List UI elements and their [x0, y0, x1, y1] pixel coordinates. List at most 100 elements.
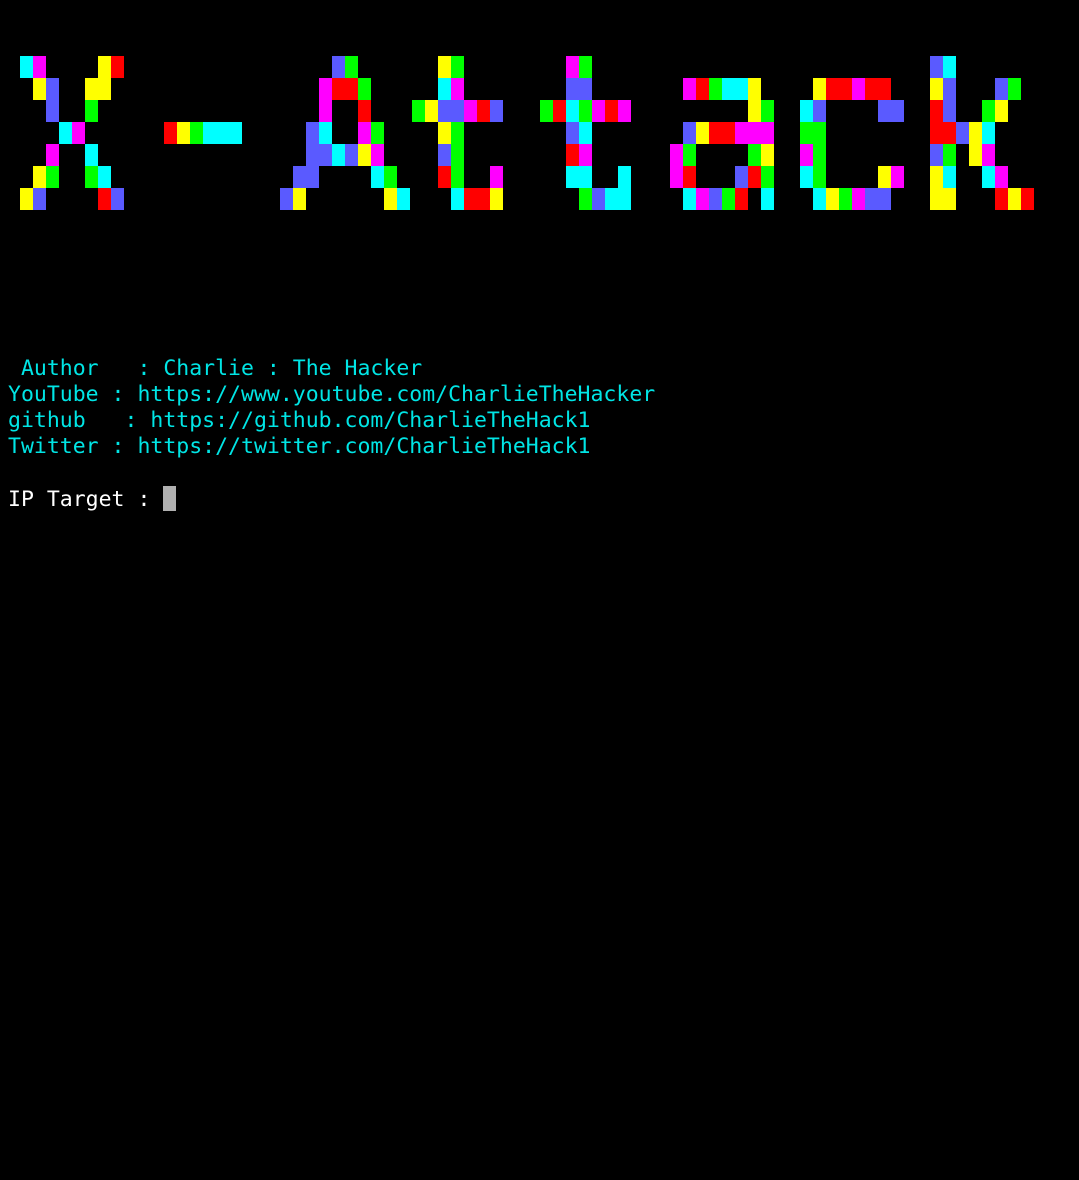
- banner-pixel: [451, 56, 464, 78]
- banner-pixel: [203, 122, 216, 144]
- banner-pixel: [813, 166, 826, 188]
- banner-pixel: [683, 188, 696, 210]
- banner-pixel: [477, 100, 490, 122]
- banner-pixel: [878, 100, 891, 122]
- banner-pixel: [852, 78, 865, 100]
- banner-pixel: [735, 188, 748, 210]
- banner-pixel: [33, 78, 46, 100]
- banner-pixel: [345, 56, 358, 78]
- banner-pixel: [98, 78, 111, 100]
- banner-pixel: [943, 56, 956, 78]
- banner-pixel: [566, 144, 579, 166]
- banner-pixel: [930, 56, 943, 78]
- banner-pixel: [384, 166, 397, 188]
- banner-pixel: [943, 78, 956, 100]
- banner-pixel: [865, 78, 878, 100]
- banner-pixel: [579, 144, 592, 166]
- banner-pixel: [683, 78, 696, 100]
- banner-pixel: [464, 100, 477, 122]
- banner-pixel: [878, 166, 891, 188]
- banner-pixel: [216, 122, 229, 144]
- terminal-output: Author : Charlie : The Hacker YouTube : …: [8, 356, 1068, 512]
- banner-pixel: [451, 166, 464, 188]
- banner-pixel: [748, 166, 761, 188]
- banner-pixel: [735, 166, 748, 188]
- banner-pixel: [85, 144, 98, 166]
- banner-pixel: [319, 122, 332, 144]
- banner-pixel: [579, 122, 592, 144]
- banner-pixel: [709, 78, 722, 100]
- banner-pixel: [982, 144, 995, 166]
- banner-pixel: [111, 188, 124, 210]
- banner-pixel: [293, 166, 306, 188]
- banner-pixel: [813, 188, 826, 210]
- banner-pixel: [319, 100, 332, 122]
- banner-pixel: [358, 144, 371, 166]
- banner-pixel: [438, 56, 451, 78]
- banner-pixel: [696, 188, 709, 210]
- banner-pixel: [969, 122, 982, 144]
- banner-pixel: [930, 166, 943, 188]
- banner-pixel: [735, 78, 748, 100]
- banner-pixel: [280, 188, 293, 210]
- banner-pixel: [826, 78, 839, 100]
- banner-pixel: [800, 100, 813, 122]
- banner-pixel: [332, 144, 345, 166]
- banner-pixel: [943, 144, 956, 166]
- banner-pixel: [943, 188, 956, 210]
- banner-pixel: [579, 166, 592, 188]
- banner-pixel: [813, 144, 826, 166]
- banner-pixel: [451, 100, 464, 122]
- banner-pixel: [85, 166, 98, 188]
- banner-pixel: [293, 188, 306, 210]
- banner-pixel: [748, 122, 761, 144]
- banner-pixel: [306, 122, 319, 144]
- banner-pixel: [891, 100, 904, 122]
- banner-pixel: [670, 166, 683, 188]
- ip-target-prompt[interactable]: IP Target :: [8, 486, 1068, 512]
- banner-pixel: [451, 188, 464, 210]
- banner-pixel: [995, 166, 1008, 188]
- banner-pixel: [319, 78, 332, 100]
- banner-pixel: [800, 166, 813, 188]
- banner-pixel: [553, 100, 566, 122]
- banner-pixel: [33, 188, 46, 210]
- banner-pixel: [425, 100, 438, 122]
- banner-pixel: [579, 56, 592, 78]
- banner-pixel: [696, 78, 709, 100]
- banner-pixel: [891, 166, 904, 188]
- banner-pixel: [943, 166, 956, 188]
- banner-pixel: [943, 100, 956, 122]
- banner-pixel: [451, 144, 464, 166]
- banner-pixel: [839, 188, 852, 210]
- banner-pixel: [683, 166, 696, 188]
- terminal-cursor[interactable]: [163, 486, 177, 511]
- banner-pixel: [566, 122, 579, 144]
- banner-pixel: [800, 144, 813, 166]
- banner-pixel: [670, 144, 683, 166]
- banner-pixel: [332, 78, 345, 100]
- banner-pixel: [826, 188, 839, 210]
- banner-pixel: [85, 100, 98, 122]
- banner-pixel: [683, 144, 696, 166]
- banner-pixel: [592, 100, 605, 122]
- banner-pixel: [20, 188, 33, 210]
- banner-pixel: [371, 144, 384, 166]
- banner-pixel: [371, 122, 384, 144]
- banner-pixel: [229, 122, 242, 144]
- banner-pixel: [969, 144, 982, 166]
- banner-pixel: [618, 166, 631, 188]
- banner-pixel: [490, 188, 503, 210]
- ip-target-label: IP Target :: [8, 487, 164, 512]
- banner-pixel: [618, 188, 631, 210]
- banner-pixel: [98, 166, 111, 188]
- banner-pixel: [1021, 188, 1034, 210]
- banner-pixel: [722, 122, 735, 144]
- banner-pixel: [59, 122, 72, 144]
- banner-pixel: [748, 144, 761, 166]
- banner-pixel: [930, 188, 943, 210]
- banner-pixel: [995, 100, 1008, 122]
- banner-pixel: [761, 100, 774, 122]
- banner-pixel: [748, 78, 761, 100]
